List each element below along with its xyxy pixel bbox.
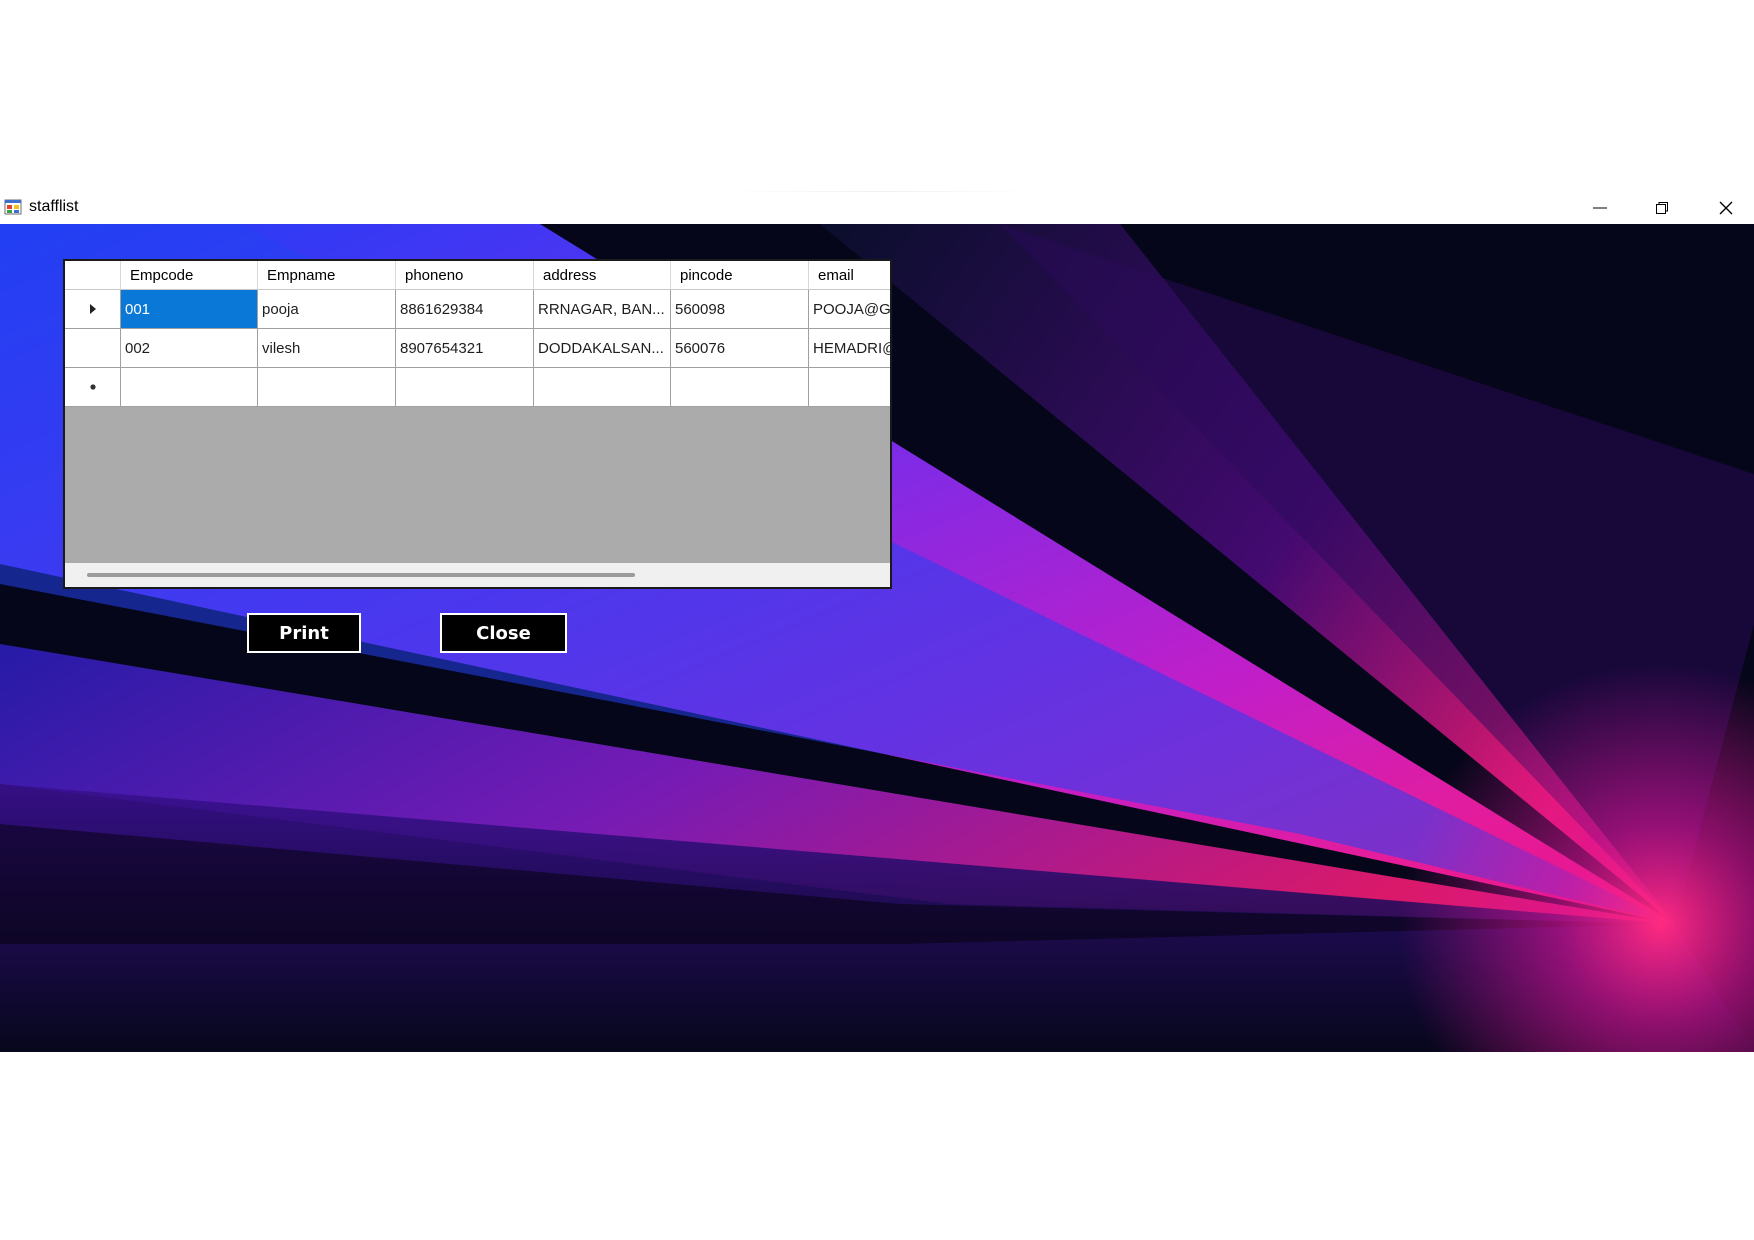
new-row-indicator[interactable] — [65, 368, 121, 406]
restore-button[interactable] — [1631, 192, 1693, 224]
row-header-corner[interactable] — [65, 261, 121, 289]
app-window: stafflist Empcode Empname phoneno addres… — [0, 192, 1754, 1052]
column-header-empname[interactable]: Empname — [258, 261, 396, 289]
cell-address[interactable]: DODDAKALSAN... — [534, 329, 671, 367]
table-row[interactable]: 001 pooja 8861629384 RRNAGAR, BAN... 560… — [65, 290, 890, 329]
current-row-arrow-icon — [89, 304, 96, 314]
form-client-area: Empcode Empname phoneno address pincode … — [0, 224, 1754, 1052]
close-window-button[interactable] — [1697, 192, 1754, 224]
column-header-pincode[interactable]: pincode — [671, 261, 809, 289]
new-cell-address[interactable] — [534, 368, 671, 406]
title-bar[interactable]: stafflist — [0, 192, 1754, 224]
column-header-empcode[interactable]: Empcode — [121, 261, 258, 289]
scrollbar-thumb[interactable] — [87, 573, 635, 577]
new-row[interactable] — [65, 368, 890, 407]
cell-empcode[interactable]: 002 — [121, 329, 258, 367]
minimize-icon — [1593, 207, 1607, 209]
cell-pincode[interactable]: 560098 — [671, 290, 809, 328]
minimize-button[interactable] — [1569, 192, 1631, 224]
row-header-current[interactable] — [65, 290, 121, 328]
restore-icon — [1656, 202, 1668, 214]
grid-header-row: Empcode Empname phoneno address pincode … — [65, 261, 890, 290]
print-button[interactable]: Print — [247, 613, 361, 653]
close-icon — [1719, 201, 1732, 215]
close-button[interactable]: Close — [440, 613, 567, 653]
app-icon — [4, 199, 22, 215]
cell-empcode[interactable]: 001 — [121, 290, 258, 328]
column-header-phoneno[interactable]: phoneno — [396, 261, 534, 289]
table-row[interactable]: 002 vilesh 8907654321 DODDAKALSAN... 560… — [65, 329, 890, 368]
column-header-address[interactable]: address — [534, 261, 671, 289]
cell-phoneno[interactable]: 8907654321 — [396, 329, 534, 367]
cell-email[interactable]: HEMADRI@ — [809, 329, 890, 367]
cell-phoneno[interactable]: 8861629384 — [396, 290, 534, 328]
page: stafflist Empcode Empname phoneno addres… — [0, 0, 1754, 1240]
cell-pincode[interactable]: 560076 — [671, 329, 809, 367]
new-cell-email[interactable] — [809, 368, 890, 406]
asterisk-icon — [89, 384, 96, 390]
column-header-email[interactable]: email — [809, 261, 890, 289]
window-title: stafflist — [29, 198, 79, 215]
new-cell-empname[interactable] — [258, 368, 396, 406]
cell-address[interactable]: RRNAGAR, BAN... — [534, 290, 671, 328]
horizontal-scrollbar[interactable] — [65, 563, 890, 587]
new-cell-empcode[interactable] — [121, 368, 258, 406]
cell-empname[interactable]: pooja — [258, 290, 396, 328]
new-cell-pincode[interactable] — [671, 368, 809, 406]
cell-empname[interactable]: vilesh — [258, 329, 396, 367]
staff-data-grid[interactable]: Empcode Empname phoneno address pincode … — [63, 259, 892, 589]
row-header[interactable] — [65, 329, 121, 367]
cell-email[interactable]: POOJA@GM — [809, 290, 890, 328]
new-cell-phoneno[interactable] — [396, 368, 534, 406]
